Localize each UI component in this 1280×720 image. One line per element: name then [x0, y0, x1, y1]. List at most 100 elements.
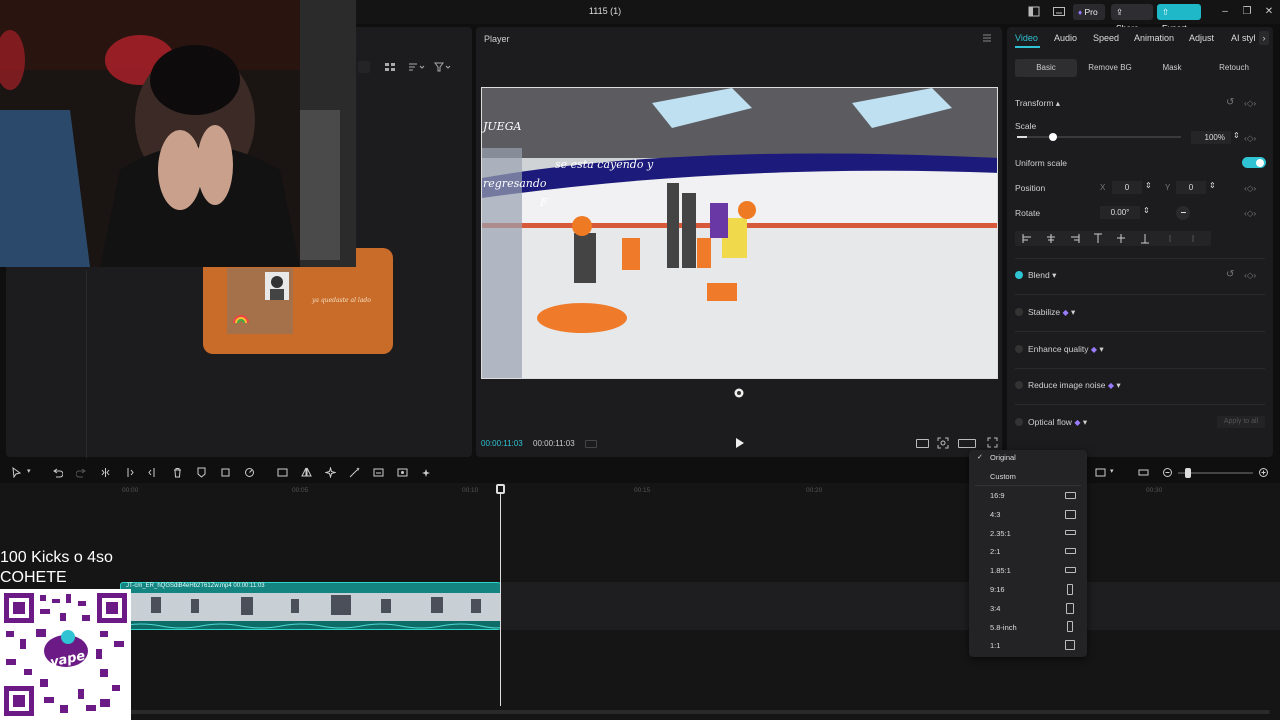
play-button[interactable]: [733, 437, 745, 449]
ratio-option-9-16[interactable]: 9:16: [990, 585, 1005, 594]
crop-icon[interactable]: [220, 467, 231, 478]
apply-to-all-button[interactable]: Apply to all: [1217, 416, 1265, 428]
preview-axis-icon[interactable]: [1138, 467, 1149, 478]
enhance-checkbox[interactable]: [1015, 345, 1023, 353]
position-keyframe-icon[interactable]: ‹◇›: [1244, 183, 1256, 194]
rotate-stepper[interactable]: ⇕: [1143, 206, 1150, 215]
keyframe-icon[interactable]: ‹◇›: [1244, 98, 1256, 109]
stabilize-header[interactable]: Stabilize ◆ ▾: [1028, 307, 1075, 318]
blend-keyframe-icon[interactable]: ‹◇›: [1244, 270, 1256, 281]
zoom-in-icon[interactable]: [1258, 467, 1269, 478]
tab-adjust[interactable]: Adjust: [1189, 33, 1214, 43]
ratio-option-4-3[interactable]: 4:3: [990, 510, 1000, 519]
sparkle-icon[interactable]: [421, 467, 432, 478]
subtab-retouch[interactable]: Retouch: [1203, 59, 1265, 77]
blend-checkbox[interactable]: [1015, 271, 1023, 279]
marker-icon[interactable]: [196, 467, 207, 478]
reduce-noise-header[interactable]: Reduce image noise ◆ ▾: [1028, 380, 1121, 391]
playhead-handle[interactable]: [496, 484, 505, 494]
scale-value[interactable]: 100%: [1191, 131, 1231, 144]
undo-icon[interactable]: [52, 467, 63, 478]
video-clip[interactable]: [120, 582, 501, 630]
subtab-basic[interactable]: Basic: [1015, 59, 1077, 77]
subtab-mask[interactable]: Mask: [1141, 59, 1203, 77]
enhance-header[interactable]: Enhance quality ◆ ▾: [1028, 344, 1104, 355]
maximize-button[interactable]: ❐: [1239, 4, 1255, 20]
auto-reframe-icon[interactable]: [397, 467, 408, 478]
subtab-remove-bg[interactable]: Remove BG: [1079, 59, 1141, 77]
zoom-slider-handle[interactable]: [1185, 468, 1191, 478]
rotate-input[interactable]: 0.00°: [1100, 206, 1140, 219]
chevron-down-icon[interactable]: ▾: [1110, 467, 1121, 478]
tab-animation[interactable]: Animation: [1134, 33, 1174, 43]
select-tool-icon[interactable]: [11, 467, 22, 478]
ratio-option-original[interactable]: Original: [990, 453, 1016, 462]
pro-button[interactable]: ♦ Pro: [1073, 4, 1105, 20]
scale-stepper[interactable]: ⇕: [1233, 131, 1240, 140]
search-box[interactable]: [358, 61, 370, 73]
grid-view-icon[interactable]: [384, 62, 396, 72]
ratio-option-1-1[interactable]: 1:1: [990, 641, 1000, 650]
snap-icon[interactable]: [1095, 467, 1106, 478]
chevron-right-icon[interactable]: ›: [1259, 31, 1269, 45]
chevron-down-icon[interactable]: ▾: [27, 467, 38, 478]
timeline-toggle-icon[interactable]: [585, 440, 597, 448]
tab-speed[interactable]: Speed: [1093, 33, 1119, 43]
uniform-scale-toggle[interactable]: [1242, 157, 1266, 168]
position-y-input[interactable]: 0: [1176, 181, 1206, 194]
tab-video[interactable]: Video: [1015, 33, 1038, 43]
tab-ai-style[interactable]: AI styl: [1231, 33, 1256, 43]
optical-flow-header[interactable]: Optical flow ◆ ▾: [1028, 417, 1087, 428]
share-button[interactable]: ⇪ Share: [1111, 4, 1153, 33]
playhead[interactable]: [500, 484, 501, 706]
caption-icon[interactable]: [373, 467, 384, 478]
mirror-icon[interactable]: [301, 467, 312, 478]
export-button[interactable]: ⇧ Export: [1157, 4, 1201, 33]
crop-view-icon[interactable]: [937, 437, 949, 449]
split-icon[interactable]: [100, 467, 111, 478]
close-button[interactable]: ✕: [1261, 4, 1277, 20]
optical-flow-checkbox[interactable]: [1015, 418, 1023, 426]
ratio-option-1-85-1[interactable]: 1.85:1: [990, 566, 1011, 575]
rotate-handle-icon[interactable]: [734, 388, 744, 398]
tab-audio[interactable]: Audio: [1054, 33, 1077, 43]
ratio-option-2-1[interactable]: 2:1: [990, 547, 1000, 556]
ratio-button[interactable]: [958, 439, 976, 448]
redo-icon[interactable]: [76, 467, 87, 478]
stabilize-checkbox[interactable]: [1015, 308, 1023, 316]
magic-wand-icon[interactable]: [349, 467, 360, 478]
ai-effects-icon[interactable]: [325, 467, 336, 478]
sort-icon[interactable]: [408, 62, 426, 72]
menu-icon[interactable]: [982, 33, 992, 43]
rotate-dial[interactable]: [1176, 206, 1190, 220]
split-left-icon[interactable]: [124, 467, 135, 478]
split-right-icon[interactable]: [147, 467, 158, 478]
scale-slider-handle[interactable]: [1048, 133, 1057, 141]
layout-icon[interactable]: [1028, 6, 1040, 17]
ratio-option-3-4[interactable]: 3:4: [990, 604, 1000, 613]
position-x-stepper[interactable]: ⇕: [1145, 181, 1152, 190]
reset-icon[interactable]: ↺: [1226, 97, 1234, 108]
minimize-button[interactable]: –: [1217, 4, 1233, 20]
fullscreen-icon[interactable]: [987, 437, 998, 448]
reduce-noise-checkbox[interactable]: [1015, 381, 1023, 389]
speed-icon[interactable]: [244, 467, 255, 478]
ratio-option-custom[interactable]: Custom: [990, 472, 1016, 481]
position-y-stepper[interactable]: ⇕: [1209, 181, 1216, 190]
video-preview[interactable]: [481, 87, 998, 379]
freeze-icon[interactable]: [277, 467, 288, 478]
fit-view-icon[interactable]: [916, 439, 929, 448]
scale-keyframe-icon[interactable]: ‹◇›: [1244, 133, 1256, 144]
ratio-option-2-35-1[interactable]: 2.35:1: [990, 529, 1011, 538]
scale-slider[interactable]: [1017, 136, 1181, 138]
filter-icon[interactable]: [434, 62, 452, 72]
blend-reset-icon[interactable]: ↺: [1226, 269, 1234, 280]
timeline-scrollbar[interactable]: [130, 710, 1270, 714]
ratio-option-5-8-inch[interactable]: 5.8-inch: [990, 623, 1017, 632]
rotate-keyframe-icon[interactable]: ‹◇›: [1244, 208, 1256, 219]
blend-header[interactable]: Blend ▾: [1028, 270, 1056, 281]
position-x-input[interactable]: 0: [1112, 181, 1142, 194]
ratio-option-16-9[interactable]: 16:9: [990, 491, 1005, 500]
delete-icon[interactable]: [172, 467, 183, 478]
zoom-out-icon[interactable]: [1162, 467, 1173, 478]
